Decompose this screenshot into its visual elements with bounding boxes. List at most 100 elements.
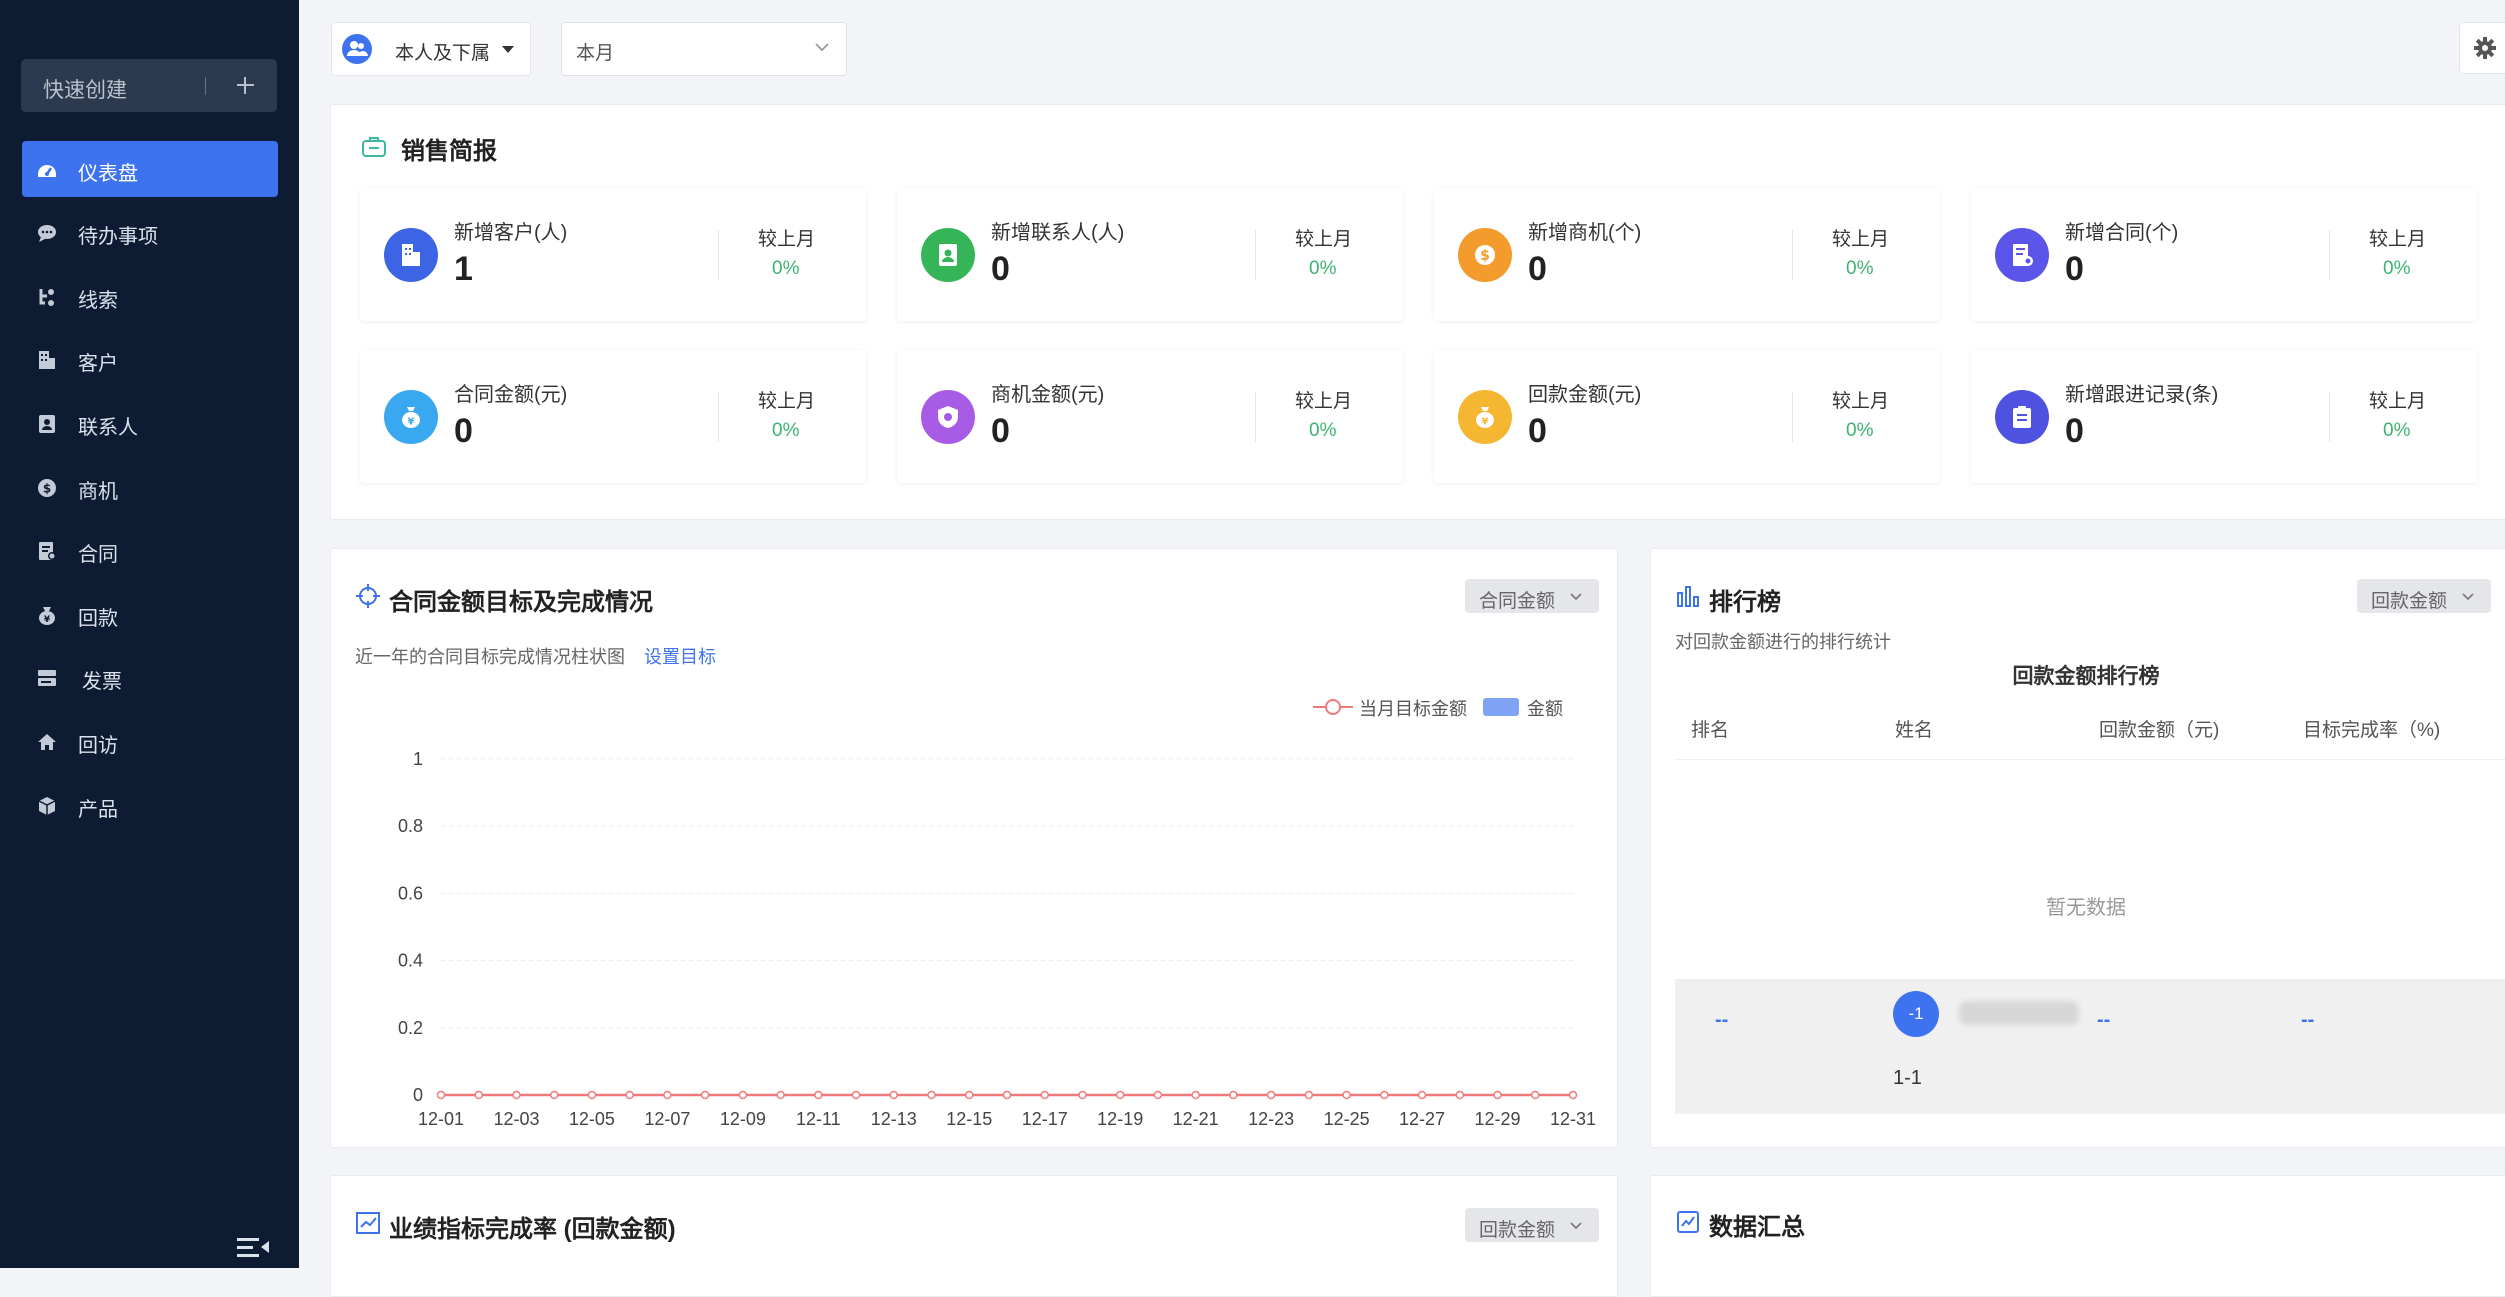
- stat-card[interactable]: 新增客户(人) 1 较上月 0%: [360, 188, 866, 321]
- sidebar-item-payments[interactable]: ¥ 回款: [22, 586, 278, 642]
- stat-card[interactable]: ¥ 合同金额(元) 0 较上月 0%: [360, 350, 866, 483]
- stat-card[interactable]: 新增联系人(人) 0 较上月 0%: [897, 188, 1403, 321]
- sidebar-item-label: 发票: [82, 671, 122, 693]
- data-summary-panel: 数据汇总: [1650, 1175, 2505, 1297]
- stat-label: 合同金额(元): [454, 384, 568, 406]
- change-percent: 0%: [1309, 258, 1337, 279]
- period-select[interactable]: 本月: [561, 22, 847, 76]
- stat-divider: [718, 392, 719, 442]
- chevron-down-icon: [815, 43, 829, 52]
- column-header-rank: 排名: [1691, 720, 1730, 741]
- stat-card[interactable]: 商机金额(元) 0 较上月 0%: [897, 350, 1403, 483]
- sidebar-item-dashboard[interactable]: 仪表盘: [22, 141, 278, 197]
- stat-card[interactable]: 新增合同(个) 0 较上月 0%: [1971, 188, 2477, 321]
- compare-label: 较上月: [758, 391, 816, 412]
- target-chart: 0 0.2 0.4 0.6 0.8 1 12-01 12-03 12-05 12-07 12-09 1…: [398, 749, 1596, 1129]
- target-point: [587, 1090, 597, 1100]
- stat-label: 新增跟进记录(条): [2065, 384, 2219, 406]
- ranking-title: 排行榜: [1709, 589, 1781, 616]
- sidebar-item-label: 商机: [78, 481, 118, 503]
- stat-value: 0: [2065, 250, 2084, 288]
- contract-target-panel: 合同金额目标及完成情况 合同金额 近一年的合同目标完成情况柱状图 设置目标 当月…: [330, 548, 1618, 1148]
- target-point: [700, 1090, 710, 1100]
- compare-label: 较上月: [1295, 391, 1353, 412]
- sidebar-item-opportunities[interactable]: $ 商机: [22, 459, 278, 515]
- stat-card[interactable]: ¥ 回款金额(元) 0 较上月 0%: [1434, 350, 1940, 483]
- my-department: 1-1: [1893, 1067, 1922, 1089]
- chevron-down-icon: [2462, 593, 2474, 601]
- trend-chart-icon: [356, 1212, 380, 1234]
- x-tick-label: 12-01: [418, 1109, 464, 1129]
- line-chart-icon: [1677, 1211, 1699, 1233]
- sidebar-item-customers[interactable]: 客户: [22, 331, 278, 387]
- svg-text:¥: ¥: [44, 615, 51, 625]
- column-header-rate: 目标完成率（%): [2303, 720, 2441, 741]
- table-header-divider: [1675, 759, 2505, 760]
- clue-icon: [39, 289, 54, 306]
- dashboard-icon: [38, 165, 56, 177]
- target-point: [1493, 1090, 1502, 1100]
- chevron-down-icon: [1570, 1222, 1582, 1230]
- svg-text:¥: ¥: [1482, 417, 1489, 428]
- sidebar-item-clues[interactable]: 线索: [22, 268, 278, 324]
- sidebar-item-label: 线索: [78, 290, 118, 312]
- change-percent: 0%: [772, 420, 800, 441]
- stat-card[interactable]: 新增跟进记录(条) 0 较上月 0%: [1971, 350, 2477, 483]
- target-point: [1417, 1090, 1427, 1100]
- ranking-metric-dropdown[interactable]: 回款金额: [2357, 579, 2491, 613]
- stat-value: 0: [2065, 412, 2084, 450]
- stat-card[interactable]: $ 新增商机(个) 0 较上月 0%: [1434, 188, 1940, 321]
- stat-divider: [2329, 230, 2330, 280]
- settings-button[interactable]: [2459, 22, 2505, 74]
- home-icon: [38, 734, 56, 750]
- scope-label: 本人及下属: [395, 43, 491, 64]
- target-point: [965, 1090, 974, 1100]
- sidebar-item-label: 仪表盘: [78, 163, 138, 185]
- sidebar-item-todo[interactable]: 待办事项: [22, 204, 278, 260]
- money-bag-icon: ¥: [39, 607, 55, 625]
- sidebar-item-invoices[interactable]: 发票: [22, 649, 278, 705]
- sidebar-item-products[interactable]: 产品: [22, 777, 278, 833]
- change-percent: 0%: [1846, 258, 1874, 279]
- target-point: [512, 1090, 521, 1100]
- contract-icon: [39, 542, 56, 560]
- target-point: [851, 1090, 861, 1100]
- x-tick-label: 12-29: [1475, 1109, 1521, 1129]
- dropdown-value: 回款金额: [1479, 1220, 1556, 1241]
- y-tick-label: 0.2: [398, 1018, 423, 1038]
- sidebar-item-contacts[interactable]: 联系人: [22, 395, 278, 451]
- x-tick-label: 12-15: [946, 1109, 992, 1129]
- stat-icon-badge: [921, 228, 975, 282]
- stat-divider: [1255, 392, 1256, 442]
- sidebar-item-label: 客户: [78, 353, 118, 375]
- sidebar-item-contracts[interactable]: 合同: [22, 522, 278, 578]
- dropdown-value: 回款金额: [2371, 591, 2448, 612]
- x-tick-label: 12-09: [720, 1109, 766, 1129]
- stat-value: 0: [454, 412, 473, 450]
- my-rate: --: [2301, 1009, 2315, 1031]
- scope-selector[interactable]: 本人及下属: [331, 22, 531, 76]
- stat-label: 新增商机(个): [1528, 222, 1642, 244]
- quick-create-label: 快速创建: [43, 79, 127, 102]
- quick-create-button[interactable]: 快速创建: [21, 59, 277, 112]
- column-header-amount: 回款金额（元): [2099, 720, 2220, 741]
- sidebar-item-visits[interactable]: 回访: [22, 713, 278, 769]
- collapse-menu-icon[interactable]: [235, 1235, 271, 1259]
- x-tick-label: 12-31: [1550, 1109, 1596, 1129]
- box-icon: [38, 797, 56, 815]
- target-point: [1304, 1090, 1314, 1100]
- contact-card-icon: [39, 415, 55, 433]
- y-tick-label: 0.6: [398, 883, 423, 903]
- stat-label: 回款金额(元): [1528, 384, 1642, 406]
- blurred-user-name: [1959, 1001, 2079, 1025]
- stat-divider: [1792, 392, 1793, 442]
- team-avatar-icon: [342, 34, 372, 64]
- compare-label: 较上月: [1832, 391, 1890, 412]
- quick-create-divider: [205, 77, 206, 95]
- performance-metric-dropdown[interactable]: 回款金额: [1465, 1208, 1599, 1242]
- plus-icon[interactable]: [231, 68, 259, 102]
- compare-label: 较上月: [758, 229, 816, 250]
- sidebar-item-label: 回款: [78, 608, 118, 630]
- compare-label: 较上月: [1832, 229, 1890, 250]
- svg-text:$: $: [43, 482, 51, 496]
